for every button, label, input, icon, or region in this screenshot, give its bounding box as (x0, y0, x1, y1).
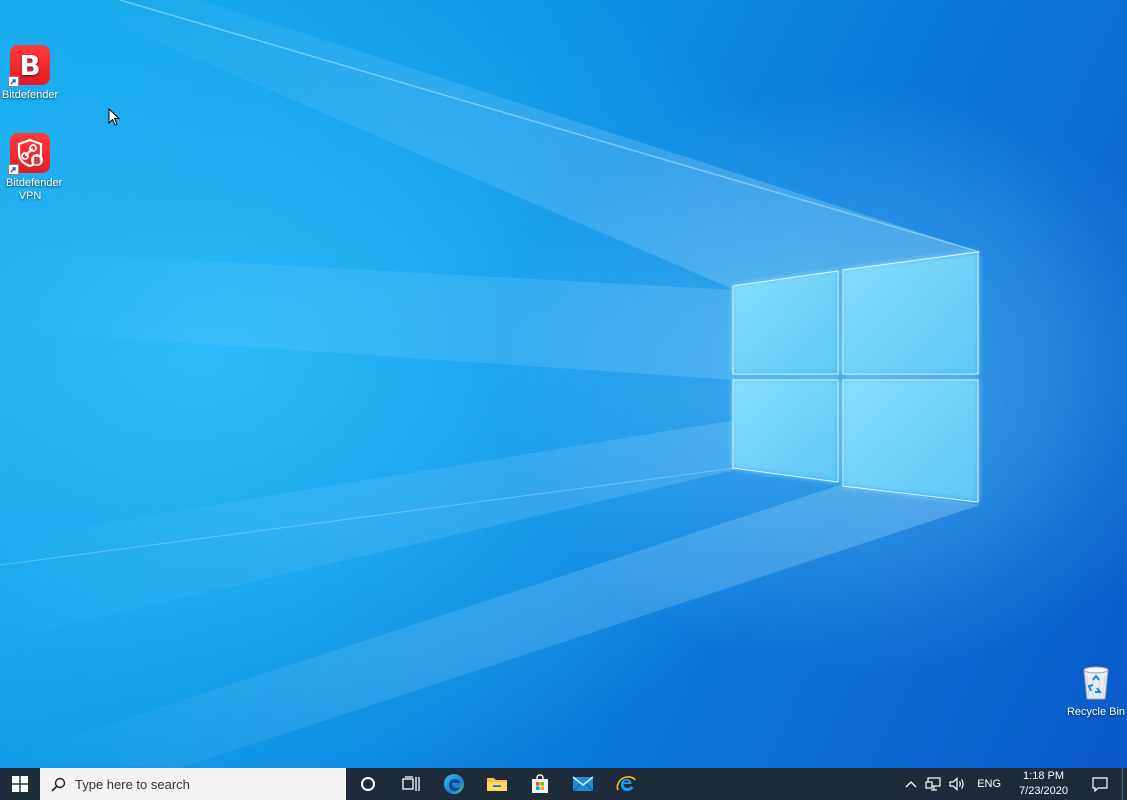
folder-icon (486, 778, 507, 791)
cortana-circle-icon (360, 777, 375, 791)
mouse-cursor-icon (108, 108, 120, 126)
desktop-icon-label: Bitdefender VPN (6, 177, 63, 202)
clock[interactable]: 1:18 PM 7/23/2020 (1009, 768, 1078, 800)
network-button[interactable] (921, 768, 945, 800)
taskbar-edge-button[interactable] (432, 768, 475, 800)
input-language-indicator[interactable]: ENG (969, 768, 1009, 800)
desktop-icon-bitdefender-vpn[interactable]: B Bitdefender VPN (0, 133, 62, 203)
clock-time: 1:18 PM (1023, 770, 1065, 782)
svg-text:B: B (34, 157, 41, 167)
volume-button[interactable] (945, 768, 969, 800)
shortcut-arrow-icon (8, 76, 19, 87)
store-bag-icon (531, 774, 548, 793)
desktop-icon-bitdefender[interactable]: B Bitdefender (0, 45, 62, 102)
search-placeholder: Type here to search (75, 776, 190, 792)
show-desktop-button[interactable] (1122, 768, 1127, 800)
taskbar-file-explorer-button[interactable] (475, 768, 518, 800)
taskbar-cortana-button[interactable] (346, 768, 389, 800)
show-hidden-icons-button[interactable] (901, 768, 921, 800)
notification-icon (1092, 776, 1108, 792)
taskbar-task-view-button[interactable] (389, 768, 432, 800)
network-icon (925, 777, 941, 791)
system-tray: ENG 1:18 PM 7/23/2020 (901, 768, 1127, 800)
taskbar: Type here to search ENG 1:18 PM 7/23/202… (0, 768, 1127, 800)
clock-date: 7/23/2020 (1019, 785, 1068, 797)
chevron-up-icon (905, 781, 917, 788)
desktop-icon-recycle-bin[interactable]: Recycle Bin (1064, 662, 1127, 719)
taskbar-internet-explorer-button[interactable] (604, 768, 647, 800)
taskbar-store-button[interactable] (518, 768, 561, 800)
shortcut-arrow-icon (8, 164, 19, 175)
desktop-icon-label: Recycle Bin (1066, 706, 1126, 718)
speaker-icon (949, 777, 964, 791)
edge-icon (443, 774, 464, 794)
recycle-bin-icon (1083, 666, 1109, 700)
start-button[interactable] (0, 768, 40, 800)
search-icon (51, 777, 66, 792)
mail-icon (572, 776, 593, 792)
taskbar-mail-button[interactable] (561, 768, 604, 800)
desktop[interactable]: B Bitdefender B Bitdefender VPN Recycle … (0, 0, 1127, 768)
windows-logo-icon (12, 776, 28, 792)
internet-explorer-icon (616, 776, 636, 791)
task-view-icon (401, 776, 420, 791)
action-center-button[interactable] (1078, 768, 1122, 800)
taskbar-search-box[interactable]: Type here to search (40, 768, 346, 800)
wallpaper-windows-logo (732, 251, 979, 503)
desktop-icon-label: Bitdefender (1, 89, 59, 101)
